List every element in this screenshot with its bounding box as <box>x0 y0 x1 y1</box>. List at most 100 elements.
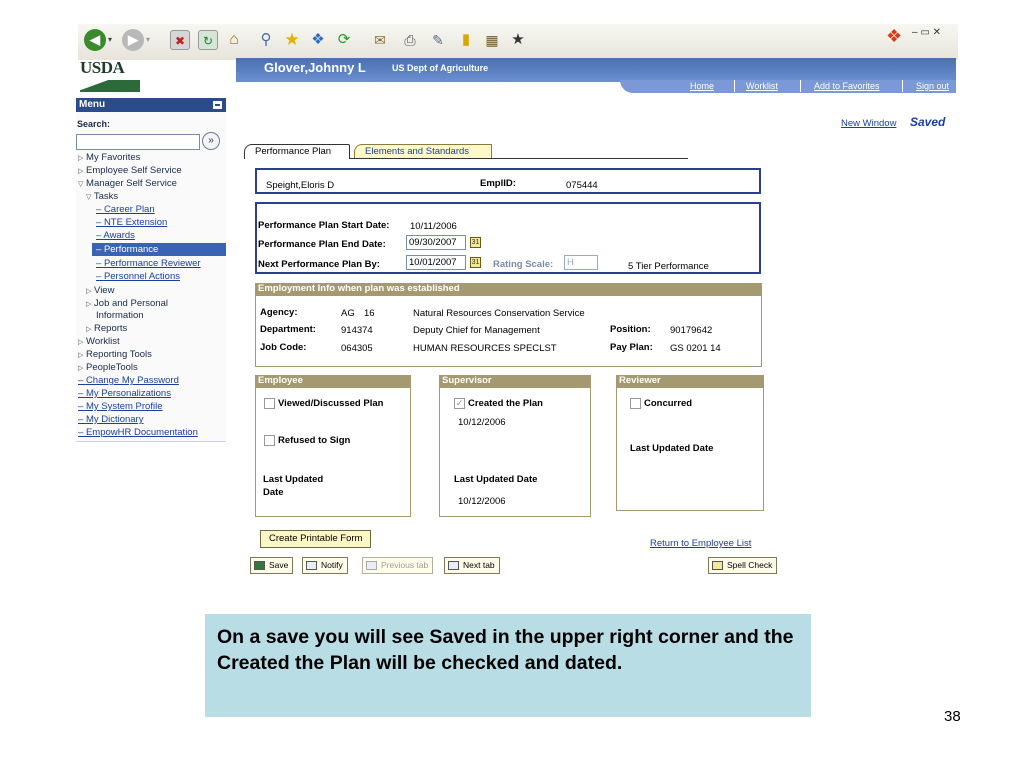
forward-dropdown-icon[interactable]: ▾ <box>146 35 150 44</box>
sidebar-item-my-personalizations[interactable]: – My Personalizations <box>78 388 171 399</box>
sidebar-item-career-plan[interactable]: – Career Plan <box>96 204 155 215</box>
sidebar-item-my-dictionary[interactable]: – My Dictionary <box>78 414 143 425</box>
concurred-checkbox[interactable] <box>630 398 641 409</box>
sidebar-item-nte-extension[interactable]: – NTE Extension <box>96 217 167 228</box>
sidebar-item-my-system-profile[interactable]: – My System Profile <box>78 401 162 412</box>
supervisor-last-updated-value: 10/12/2006 <box>458 496 506 507</box>
sidebar-item-view[interactable]: ▷ View <box>86 285 114 296</box>
calendar-icon[interactable]: 31 <box>470 257 481 268</box>
created-plan-date: 10/12/2006 <box>458 417 506 428</box>
sidebar-item-label: Reports <box>94 323 128 334</box>
edit-icon[interactable]: ✎ <box>428 30 448 50</box>
media-icon[interactable]: ❖ <box>308 30 328 50</box>
collapse-arrow-icon: ▽ <box>78 181 84 188</box>
rating-scale-input[interactable]: H <box>564 255 598 270</box>
folder-icon[interactable]: ▮ <box>456 30 476 50</box>
department-code: 914374 <box>341 325 373 336</box>
back-dropdown-icon[interactable]: ▾ <box>108 35 112 44</box>
rating-scale-label: Rating Scale: <box>493 259 554 270</box>
notify-button[interactable]: Notify <box>302 557 348 574</box>
spell-check-label: Spell Check <box>727 560 773 570</box>
next-plan-input[interactable]: 10/01/2007 <box>406 255 466 270</box>
spell-check-button[interactable]: Spell Check <box>708 557 778 574</box>
sidebar-item-job-personal[interactable]: ▷ Job and Personal <box>86 298 168 309</box>
rating-scale-desc: 5 Tier Performance <box>628 261 709 272</box>
refresh-icon[interactable]: ↻ <box>198 30 218 50</box>
sidebar-item-job-personal-cont[interactable]: Information <box>96 310 144 321</box>
search-go-button[interactable]: » <box>202 132 220 150</box>
favorites-star-icon[interactable]: ★ <box>282 30 302 50</box>
previous-tab-label: Previous tab <box>381 560 429 570</box>
sidebar-item-label: My Dictionary <box>85 414 144 425</box>
header-nav <box>620 80 956 93</box>
sidebar-item-worklist[interactable]: ▷ Worklist <box>78 336 120 347</box>
viewed-discussed-checkbox[interactable] <box>264 398 275 409</box>
sidebar-item-awards[interactable]: – Awards <box>96 230 135 241</box>
sidebar-item-label: Awards <box>103 230 135 241</box>
window-controls-icon[interactable]: – ▭ ✕ <box>912 27 941 38</box>
nav-add-favorites-link[interactable]: Add to Favorites <box>814 81 880 91</box>
logo-hills <box>80 80 140 92</box>
back-icon[interactable]: ◀ <box>84 29 106 51</box>
nav-sign-out-link[interactable]: Sign out <box>916 81 949 91</box>
search-input[interactable] <box>76 134 200 150</box>
nav-worklist-link[interactable]: Worklist <box>746 81 778 91</box>
history-icon[interactable]: ⟳ <box>334 30 354 50</box>
sidebar-item-change-password[interactable]: – Change My Password <box>78 375 179 386</box>
search-icon[interactable]: ⚲ <box>256 30 276 50</box>
sidebar-item-reporting-tools[interactable]: ▷ Reporting Tools <box>78 349 152 360</box>
start-date-value: 10/11/2006 <box>410 221 457 232</box>
print-icon[interactable]: ⎙ <box>400 30 420 50</box>
sidebar-item-my-favorites[interactable]: ▷ My Favorites <box>78 152 140 163</box>
messenger-icon[interactable]: ★ <box>508 30 528 50</box>
end-date-input[interactable]: 09/30/2007 <box>406 235 466 250</box>
sidebar-item-label: View <box>94 285 115 296</box>
sidebar-item-peopletools[interactable]: ▷ PeopleTools <box>78 362 138 373</box>
sidebar-item-reports[interactable]: ▷ Reports <box>86 323 127 334</box>
stop-icon[interactable]: ✖ <box>170 30 190 50</box>
save-button[interactable]: Save <box>250 557 294 574</box>
job-code-label: Job Code: <box>260 342 307 353</box>
refused-sign-checkbox[interactable] <box>264 435 275 446</box>
forward-icon[interactable]: ▶ <box>122 29 144 51</box>
created-plan-checkbox[interactable]: ✓ <box>454 398 465 409</box>
mail-icon[interactable]: ✉ <box>370 30 390 50</box>
agency-name: Natural Resources Conservation Service <box>413 308 585 319</box>
sidebar-item-manager-self-service[interactable]: ▽ Manager Self Service <box>78 178 177 189</box>
sidebar-item-label: Job and Personal <box>94 298 168 309</box>
new-window-link[interactable]: New Window <box>841 118 896 129</box>
sidebar-item-performance[interactable]: – Performance <box>96 244 158 255</box>
agency-num: 16 <box>364 308 375 319</box>
sidebar-item-empowhr-documentation[interactable]: – EmpowHR Documentation <box>78 427 198 438</box>
sidebar-item-employee-self-service[interactable]: ▷ Employee Self Service <box>78 165 182 176</box>
search-label: Search: <box>77 119 111 129</box>
expand-arrow-icon: ▷ <box>78 168 84 175</box>
employment-info-header: Employment Info when plan was establishe… <box>255 283 762 295</box>
concurred-label: Concurred <box>644 398 693 409</box>
expand-arrow-icon: ▷ <box>86 288 92 295</box>
next-tab-button[interactable]: Next tab <box>444 557 500 574</box>
tab-elements-standards[interactable]: Elements and Standards <box>354 144 492 158</box>
save-label: Save <box>269 560 289 570</box>
sidebar-item-personnel-actions[interactable]: – Personnel Actions <box>96 271 180 282</box>
sidebar-item-label: My Favorites <box>86 152 141 163</box>
notify-icon <box>306 561 317 570</box>
home-icon[interactable]: ⌂ <box>224 30 244 50</box>
sidebar-item-label: Manager Self Service <box>86 178 177 189</box>
sidebar-item-label: NTE Extension <box>103 217 168 228</box>
minimize-icon[interactable] <box>213 101 222 109</box>
sidebar-item-tasks[interactable]: ▽ Tasks <box>86 191 118 202</box>
agency-code: AG <box>341 308 355 319</box>
sidebar-item-label: Reporting Tools <box>86 349 152 360</box>
research-icon[interactable]: ▦ <box>482 30 502 50</box>
calendar-icon[interactable]: 31 <box>470 237 481 248</box>
return-employee-list-link[interactable]: Return to Employee List <box>650 538 751 549</box>
logo-text: USDA <box>80 58 125 77</box>
sidebar-item-label: Tasks <box>93 191 119 202</box>
create-printable-form-button[interactable]: Create Printable Form <box>260 530 372 548</box>
sidebar-item-performance-reviewer[interactable]: – Performance Reviewer <box>96 258 201 269</box>
previous-tab-button[interactable]: Previous tab <box>362 557 434 574</box>
tab-performance-plan[interactable]: Performance Plan <box>244 144 350 159</box>
position-value: 90179642 <box>670 325 713 336</box>
nav-home-link[interactable]: Home <box>690 81 714 91</box>
